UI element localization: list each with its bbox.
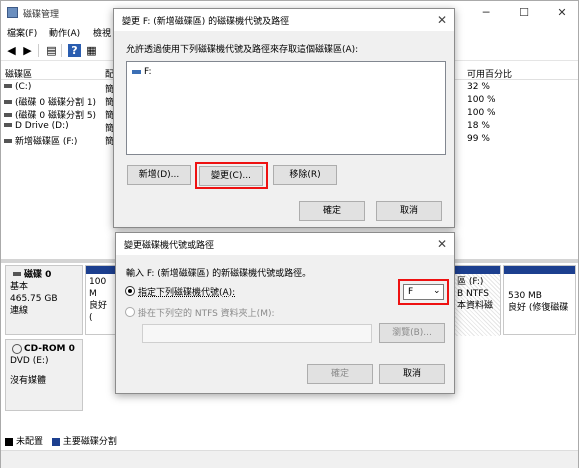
properties-icon[interactable]: ▦ bbox=[85, 44, 98, 57]
dialog-title: 變更 F: (新增磁碟區) 的磁碟機代號及路徑 bbox=[114, 9, 454, 31]
partition-fs: B NTFS bbox=[457, 289, 489, 299]
volume-name: D Drive (D:) bbox=[15, 121, 69, 131]
partition-bar bbox=[86, 266, 116, 274]
partition-status: 本資料磁 bbox=[457, 301, 494, 311]
assign-letter-radio[interactable] bbox=[125, 286, 135, 296]
add-button[interactable]: 新增(D)... bbox=[127, 165, 191, 185]
legend-unallocated: 未配置 bbox=[16, 437, 44, 447]
partition-recovery-5[interactable]: 530 MB 良好 (修復磁碟 bbox=[503, 265, 576, 335]
partition-bar bbox=[454, 266, 500, 274]
partition-size: 530 MB bbox=[508, 291, 542, 301]
volume-icon bbox=[4, 100, 12, 104]
assign-letter-label[interactable]: 指定下列磁碟機代號(A): bbox=[138, 285, 235, 298]
volume-row[interactable]: (磁碟 0 磁碟分割 5) bbox=[1, 108, 121, 121]
partition-status: 良好 ( bbox=[89, 301, 108, 323]
volume-icon bbox=[4, 113, 12, 117]
legend-unallocated-swatch bbox=[5, 437, 13, 446]
toolbar-divider bbox=[38, 44, 39, 57]
volume-free-percent: 100 % bbox=[467, 95, 496, 105]
volume-row[interactable]: (C:) bbox=[1, 82, 121, 94]
change-button[interactable]: 變更(C)... bbox=[199, 166, 263, 186]
cancel-button[interactable]: 取消 bbox=[379, 364, 445, 384]
ok-button[interactable]: 確定 bbox=[307, 364, 373, 384]
legend: 未配置 主要磁碟分割 bbox=[5, 434, 117, 447]
partition-status: 良好 (修復磁碟 bbox=[508, 303, 569, 313]
disk-name: 磁碟 0 bbox=[10, 269, 78, 281]
console-tree-icon[interactable]: ▤ bbox=[45, 44, 58, 57]
status-bar bbox=[1, 450, 578, 468]
radio-selected-dot bbox=[128, 289, 132, 293]
column-header-free-percent[interactable]: 可用百分比 bbox=[467, 67, 512, 80]
remove-button[interactable]: 移除(R) bbox=[273, 165, 337, 185]
drive-letter-select[interactable]: F ⌄ bbox=[403, 284, 444, 300]
column-header-volume[interactable]: 磁碟區 bbox=[5, 67, 32, 80]
cancel-button[interactable]: 取消 bbox=[376, 201, 442, 221]
volume-icon bbox=[4, 139, 12, 143]
chevron-down-icon: ⌄ bbox=[433, 286, 441, 296]
volume-row[interactable]: D Drive (D:) bbox=[1, 121, 121, 133]
mount-folder-label[interactable]: 掛在下列空的 NTFS 資料夾上(M): bbox=[138, 306, 275, 319]
partition-f[interactable]: 區 (F:) B NTFS 本資料磁 bbox=[453, 265, 501, 336]
cdrom-device: DVD (E:) bbox=[10, 356, 49, 366]
volume-free-percent: 100 % bbox=[467, 108, 496, 118]
disk-0-label[interactable]: 磁碟 0 基本 465.75 GB 連線 bbox=[5, 265, 83, 335]
volume-name: (磁碟 0 磁碟分割 1) bbox=[15, 98, 97, 108]
help-icon[interactable]: ? bbox=[68, 44, 81, 57]
volume-name: 新增磁碟區 (F:) bbox=[15, 137, 78, 147]
dialog-description: 允許透過使用下列磁碟機代號及路徑來存取這個磁碟區(A): bbox=[126, 45, 359, 55]
disk-status: 連線 bbox=[10, 306, 29, 316]
change-paths-dialog: 變更 F: (新增磁碟區) 的磁碟機代號及路徑 ✕ 允許透過使用下列磁碟機代號及… bbox=[113, 8, 455, 228]
disk-size: 465.75 GB bbox=[10, 294, 58, 304]
dialog-close-button[interactable]: ✕ bbox=[432, 235, 452, 253]
volume-row[interactable]: 新增磁碟區 (F:) bbox=[1, 134, 121, 147]
path-list[interactable]: F: bbox=[126, 61, 446, 155]
volume-name: (C:) bbox=[15, 82, 32, 92]
legend-primary: 主要磁碟分割 bbox=[62, 437, 117, 447]
app-icon bbox=[7, 7, 18, 18]
ok-button[interactable]: 確定 bbox=[299, 201, 365, 221]
dialog-description: 輸入 F: (新增磁碟區) 的新磁碟機代號或路徑。 bbox=[126, 269, 312, 279]
cdrom-media: 沒有媒體 bbox=[10, 376, 47, 386]
drive-icon bbox=[132, 69, 141, 74]
volume-row[interactable]: (磁碟 0 磁碟分割 1) bbox=[1, 95, 121, 108]
volume-icon bbox=[4, 84, 12, 88]
volume-free-percent: 99 % bbox=[467, 134, 490, 144]
toolbar-divider-2 bbox=[61, 44, 62, 57]
menu-file[interactable]: 檔案(F) bbox=[7, 26, 37, 39]
partition-recovery-1[interactable]: 100 M 良好 ( bbox=[85, 265, 117, 335]
change-letter-dialog: 變更磁碟機代號或路徑 ✕ 輸入 F: (新增磁碟區) 的新磁碟機代號或路徑。 指… bbox=[115, 232, 455, 394]
volume-icon bbox=[4, 123, 12, 127]
dialog-close-button[interactable]: ✕ bbox=[432, 11, 452, 29]
cdrom-label[interactable]: CD-ROM 0 DVD (E:) 沒有媒體 bbox=[5, 339, 83, 411]
folder-path-input[interactable] bbox=[142, 324, 372, 343]
minimize-button[interactable]: ─ bbox=[471, 1, 501, 25]
legend-primary-swatch bbox=[51, 437, 60, 446]
menu-view[interactable]: 檢視 bbox=[93, 26, 111, 39]
disk-icon bbox=[13, 272, 21, 276]
cdrom-icon bbox=[12, 343, 22, 354]
browse-button[interactable]: 瀏覽(B)... bbox=[379, 323, 445, 343]
volume-name: (磁碟 0 磁碟分割 5) bbox=[15, 111, 97, 121]
close-button[interactable]: ✕ bbox=[547, 1, 577, 25]
volume-free-percent: 18 % bbox=[467, 121, 490, 131]
disk-type: 基本 bbox=[10, 282, 29, 292]
forward-icon[interactable]: ▶ bbox=[21, 44, 34, 57]
menu-action[interactable]: 動作(A) bbox=[49, 26, 80, 39]
partition-size: 100 M bbox=[89, 277, 107, 299]
window-title: 磁碟管理 bbox=[23, 10, 60, 20]
dialog-title: 變更磁碟機代號或路徑 bbox=[116, 233, 454, 255]
drive-letter-value: F bbox=[408, 287, 414, 297]
mount-folder-radio[interactable] bbox=[125, 307, 135, 317]
path-list-item[interactable]: F: bbox=[132, 67, 152, 77]
partition-name: 區 (F:) bbox=[457, 277, 484, 287]
volume-free-percent: 32 % bbox=[467, 82, 490, 92]
cdrom-name: CD-ROM 0 bbox=[10, 343, 78, 355]
partition-bar bbox=[504, 266, 575, 274]
back-icon[interactable]: ◀ bbox=[5, 44, 18, 57]
maximize-button[interactable]: ☐ bbox=[509, 1, 539, 25]
